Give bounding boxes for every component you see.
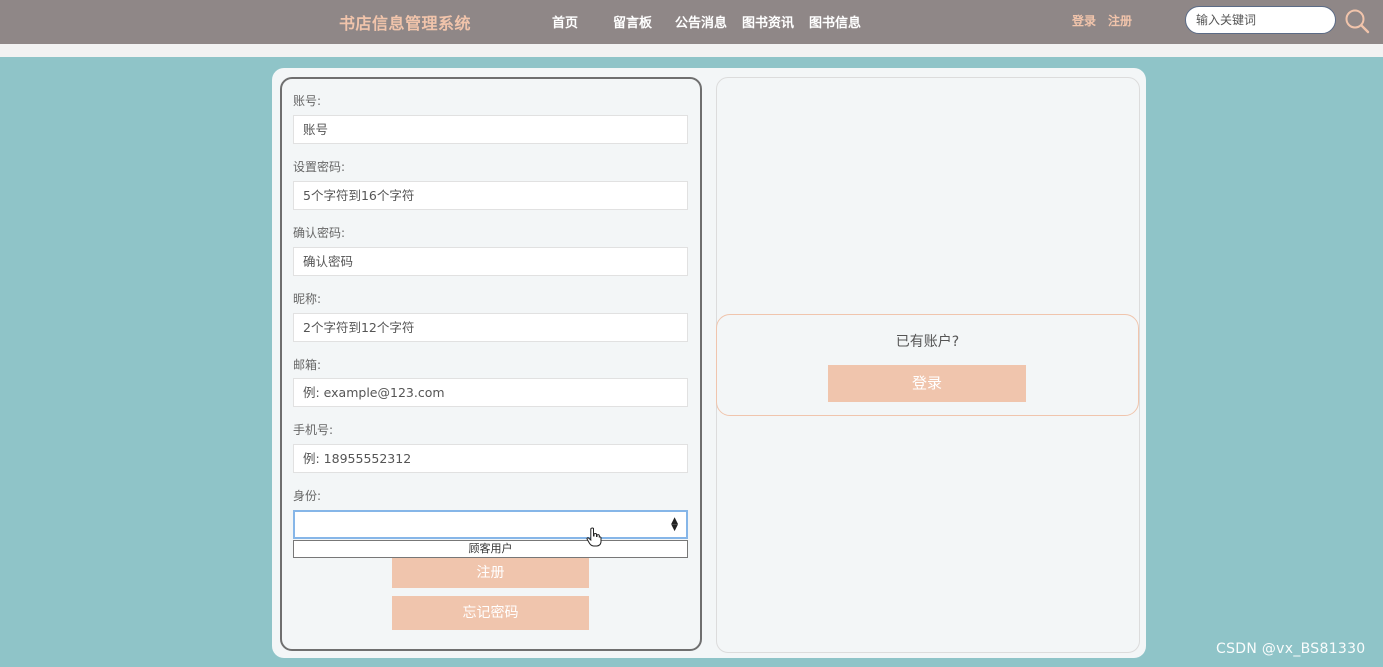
nav-home[interactable]: 首页 bbox=[552, 12, 578, 31]
header-login-link[interactable]: 登录 bbox=[1072, 12, 1096, 29]
account-label: 账号: bbox=[293, 94, 322, 108]
password-input[interactable] bbox=[293, 181, 688, 210]
site-title: 书店信息管理系统 bbox=[339, 14, 472, 33]
top-navbar: 书店信息管理系统 首页 留言板 公告消息 图书资讯 图书信息 登录 注册 bbox=[0, 0, 1383, 44]
login-button[interactable]: 登录 bbox=[828, 365, 1026, 402]
forgot-password-button[interactable]: 忘记密码 bbox=[392, 596, 589, 630]
header-register-link[interactable]: 注册 bbox=[1108, 12, 1132, 29]
nav-book-info[interactable]: 图书信息 bbox=[809, 12, 861, 31]
password-label: 设置密码: bbox=[293, 160, 346, 174]
email-label: 邮箱: bbox=[293, 358, 322, 372]
account-input[interactable] bbox=[293, 115, 688, 144]
existing-account-question: 已有账户? bbox=[895, 334, 960, 350]
nav-book-news[interactable]: 图书资讯 bbox=[742, 12, 794, 31]
nickname-label: 昵称: bbox=[293, 292, 322, 306]
identity-select[interactable]: ▲ ▼ bbox=[293, 510, 688, 539]
email-input[interactable] bbox=[293, 378, 688, 407]
identity-label: 身份: bbox=[293, 489, 322, 503]
phone-input[interactable] bbox=[293, 444, 688, 473]
nav-announcements[interactable]: 公告消息 bbox=[675, 12, 727, 31]
search-input[interactable] bbox=[1185, 6, 1336, 34]
confirm-password-input[interactable] bbox=[293, 247, 688, 276]
phone-label: 手机号: bbox=[293, 423, 334, 437]
register-button[interactable]: 注册 bbox=[392, 558, 589, 588]
hand-cursor-icon bbox=[586, 527, 602, 547]
identity-option-customer[interactable]: 顾客用户 bbox=[293, 540, 688, 558]
header-divider bbox=[0, 44, 1383, 57]
nickname-input[interactable] bbox=[293, 313, 688, 342]
search-icon[interactable] bbox=[1343, 7, 1371, 35]
confirm-password-label: 确认密码: bbox=[293, 226, 346, 240]
nav-message-board[interactable]: 留言板 bbox=[613, 12, 652, 31]
watermark: CSDN @vx_BS81330 bbox=[1216, 641, 1366, 657]
select-arrows-icon: ▲ ▼ bbox=[671, 516, 678, 533]
